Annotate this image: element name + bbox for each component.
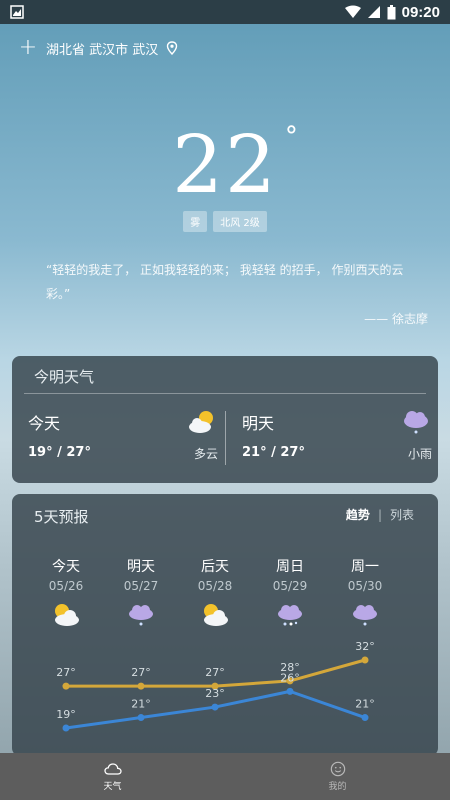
low-temp-point [361, 714, 369, 722]
nav-label: 天气 [103, 782, 122, 792]
smiley-icon [330, 761, 345, 777]
day-temps: 19° / 27° [28, 445, 91, 460]
temperature-value: 22 [172, 118, 278, 211]
weather-cloud-icon [103, 763, 122, 775]
status-time: 09:20 [401, 3, 440, 21]
divider [225, 411, 226, 465]
day-label: 今天 [28, 414, 61, 433]
nav-weather[interactable]: 天气 [0, 753, 225, 800]
status-bar: 09:20 [0, 0, 450, 24]
tomorrow-summary[interactable]: 明天 21° / 27° 小雨 [242, 408, 432, 468]
high-temp-label: 32° [355, 640, 375, 653]
current-temperature-block: 22 ° [0, 118, 450, 211]
high-temp-label: 27° [56, 666, 76, 679]
low-temp-label: 21° [131, 698, 151, 711]
today-tomorrow-card: 今明天气 今天 19° / 27° 多云 明天 21° / 27° 小雨 [12, 356, 438, 483]
divider [24, 393, 426, 394]
signal-icon [367, 6, 380, 18]
day-temps: 21° / 27° [242, 445, 305, 460]
high-temp-label: 27° [205, 666, 225, 679]
location-row[interactable]: + 湖北省 武汉市 武汉 [18, 37, 178, 59]
temperature-trend-chart: 27° 27° 27° 28°32°19°21°23°26°21° [56, 640, 375, 732]
forecast-card: 5天预报 趋势 | 列表 今天 05/26 明天 05/27 后天 05/28 … [12, 494, 438, 756]
wifi-icon [344, 5, 361, 18]
high-temp-point [361, 656, 369, 664]
current-temperature: 22 ° [172, 118, 298, 211]
quote-text: “轻轻的我走了， 正如我轻轻的来； 我轻轻 的招手， 作别西天的云彩。” [46, 263, 404, 301]
high-temp-label: 27° [131, 666, 151, 679]
add-city-icon[interactable]: + [18, 37, 38, 59]
weather-badge: 雾 [183, 211, 208, 232]
nav-profile[interactable]: 我的 [225, 753, 450, 800]
low-temp-label: 19° [56, 708, 76, 721]
day-label: 明天 [242, 414, 275, 433]
day-condition: 多云 [193, 447, 218, 461]
nav-label: 我的 [328, 782, 347, 792]
battery-icon [387, 4, 396, 19]
bottom-navigation: 天气 我的 [0, 753, 450, 800]
low-temp-label: 26° [280, 671, 300, 684]
low-temp-point [137, 714, 145, 722]
temperature-unit: ° [284, 122, 300, 152]
wind-badge: 北风 2级 [213, 211, 267, 232]
location-text: 湖北省 武汉市 武汉 [46, 42, 159, 58]
today-summary[interactable]: 今天 19° / 27° 多云 [28, 408, 218, 468]
light-rain-icon [404, 411, 428, 434]
condition-badges: 雾 北风 2级 [0, 211, 450, 232]
card-title: 今明天气 [34, 368, 95, 386]
quote-author: —— 徐志摩 [364, 312, 428, 326]
location-pin-icon [167, 41, 178, 55]
low-temp-label: 23° [205, 687, 225, 700]
high-temp-point [62, 682, 70, 690]
low-temp-label: 21° [355, 698, 375, 711]
low-temp-point [286, 687, 294, 695]
screenshot-notification-icon [10, 5, 24, 19]
low-temp-point [211, 703, 219, 711]
day-condition: 小雨 [407, 447, 432, 461]
partly-cloudy-icon [189, 411, 213, 433]
low-temp-point [62, 724, 70, 732]
high-temp-point [137, 682, 145, 690]
